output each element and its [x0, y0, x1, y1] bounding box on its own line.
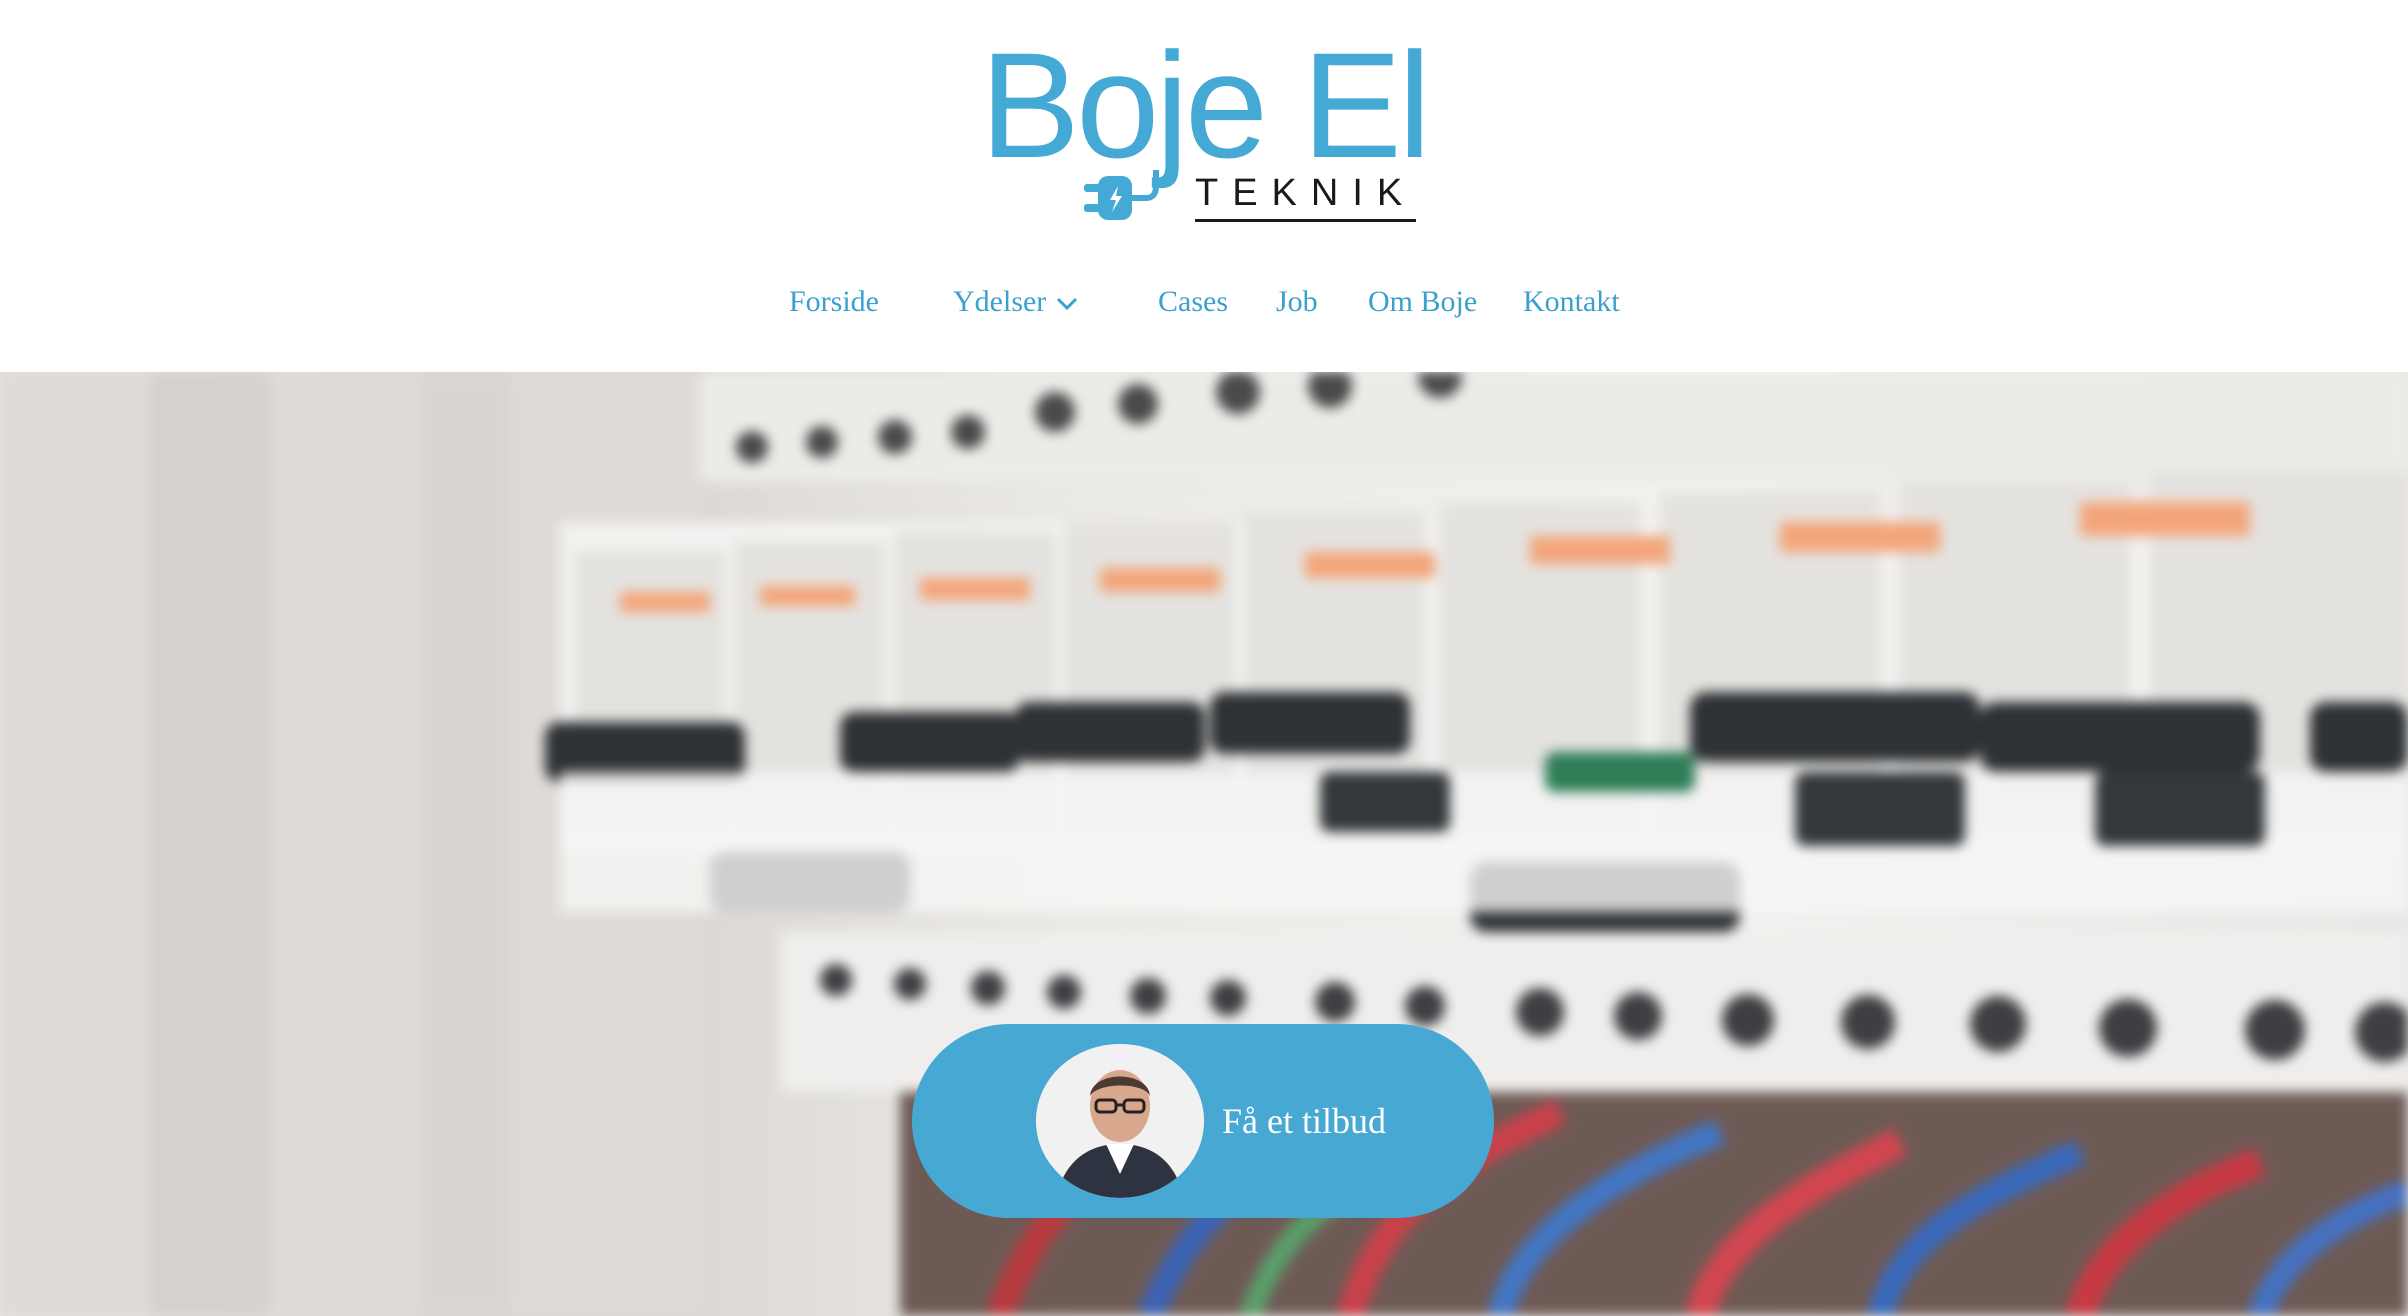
nav-item-kontakt[interactable]: Kontakt — [1523, 285, 1620, 319]
get-quote-label: Få et tilbud — [1222, 1101, 1386, 1141]
plug-icon — [1084, 170, 1159, 220]
logo-title: Boje El — [980, 21, 1431, 189]
logo-tagline: TEKNIK — [1195, 172, 1417, 222]
person-portrait — [1036, 1044, 1204, 1198]
nav-item-ydelser[interactable]: Ydelser — [953, 285, 1078, 319]
nav-item-label: Ydelser — [953, 285, 1047, 318]
nav-item-job[interactable]: Job — [1276, 285, 1318, 319]
main-nav: Forside Ydelser Cases Job Om Boje Kontak… — [0, 285, 2408, 335]
nav-item-forside[interactable]: Forside — [789, 285, 879, 319]
nav-item-cases[interactable]: Cases — [1158, 285, 1228, 319]
site-logo[interactable]: Boje El TEKNIK — [980, 30, 1431, 230]
site-header: Boje El TEKNIK Forside Ydelser Cases Job… — [0, 0, 2408, 372]
avatar — [1036, 1044, 1204, 1198]
chevron-down-icon — [1057, 298, 1078, 311]
nav-item-om-boje[interactable]: Om Boje — [1368, 285, 1477, 319]
get-quote-button[interactable]: Få et tilbud — [912, 1024, 1494, 1218]
